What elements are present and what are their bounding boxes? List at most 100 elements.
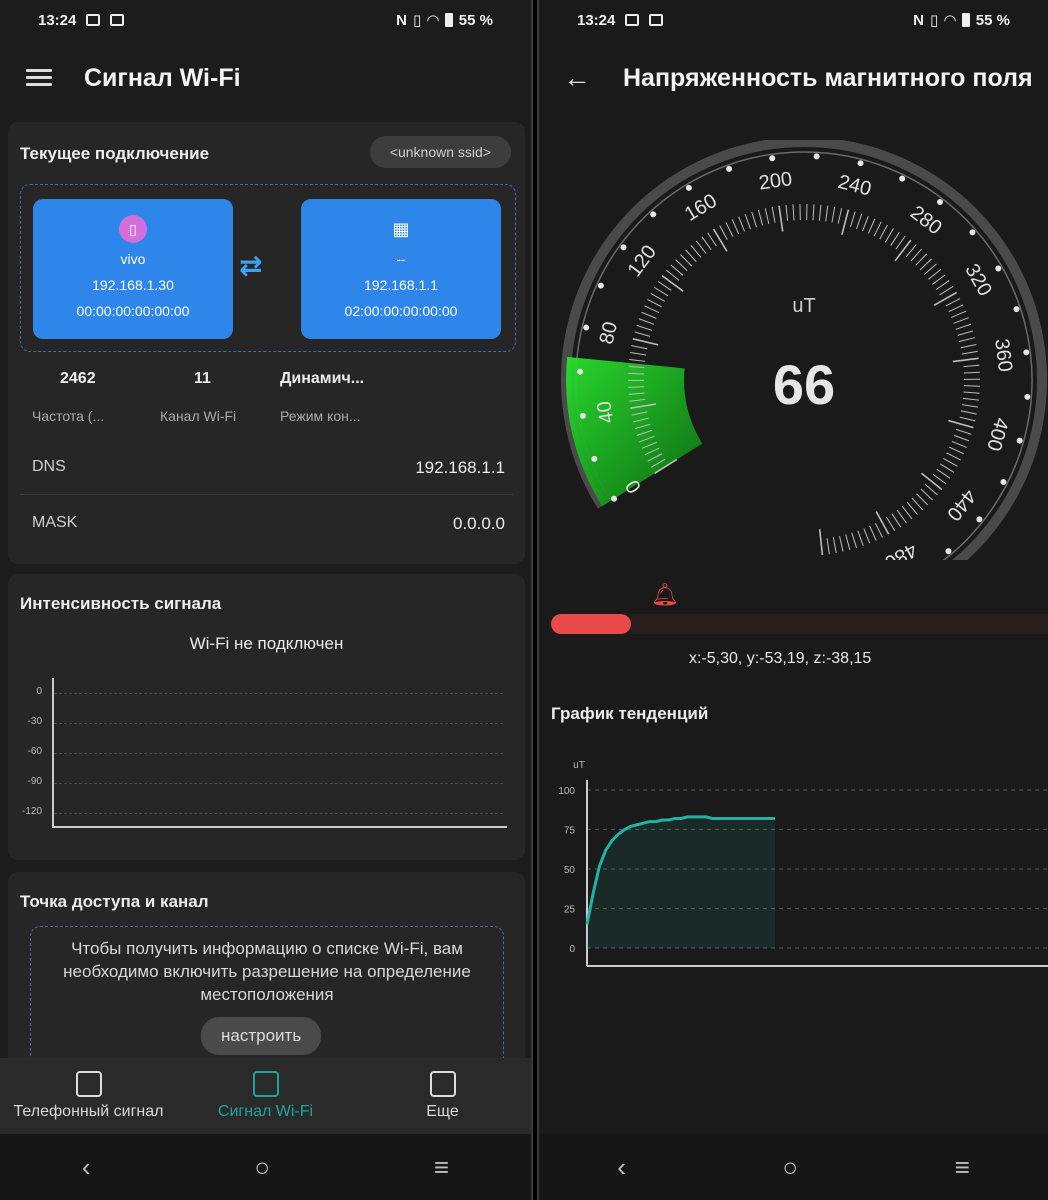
gauge-tick — [680, 254, 693, 267]
system-navigation: ‹ ○ ≡ — [0, 1134, 531, 1200]
nav-label: Сигнал Wi-Fi — [217, 1103, 314, 1120]
gauge-dot — [577, 368, 584, 375]
y-tick-label: -60 — [27, 746, 42, 757]
gauge-tick — [955, 323, 972, 330]
gauge-tick-label: 280 — [906, 202, 946, 240]
nav-more[interactable]: Еще — [354, 1058, 531, 1134]
gauge-tick — [701, 236, 712, 250]
gauge-tick — [948, 304, 964, 313]
home-icon[interactable]: ○ — [782, 1152, 798, 1183]
trend-unit: uT — [573, 760, 585, 771]
gauge-tick — [959, 337, 975, 343]
gauge-tick — [837, 207, 843, 224]
gauge-tick — [856, 213, 863, 230]
back-icon[interactable]: ‹ — [617, 1152, 626, 1183]
nav-phone-signal[interactable]: Телефонный сигнал — [0, 1058, 177, 1134]
gauge-tick — [894, 239, 912, 262]
screen-record-icon — [649, 14, 664, 26]
configure-button[interactable]: настроить — [201, 1017, 322, 1055]
trend-y-tick-label: 50 — [564, 865, 576, 876]
gauge-tick — [890, 231, 900, 246]
gauge-dot — [1013, 306, 1020, 313]
gauge-tick — [666, 269, 680, 281]
gauge-tick — [928, 268, 942, 280]
wifi-screen: 13:24 N ▯ ◠ 55 % Сигнал Wi-Fi Текущее по… — [0, 0, 533, 1200]
gauge-tick — [850, 211, 856, 228]
system-navigation: ‹ ○ ≡ — [539, 1134, 1048, 1200]
gauge-tick-label: 240 — [836, 171, 874, 201]
menu-icon[interactable] — [26, 69, 52, 87]
gauge-tick-label: 120 — [624, 241, 661, 281]
router-device-card: ▦ -- 192.168.1.1 02:00:00:00:00:00 — [301, 199, 501, 339]
gauge-tick — [920, 488, 934, 501]
nav-wifi-signal[interactable]: Сигнал Wi-Fi — [177, 1058, 354, 1134]
gauge-tick — [953, 317, 969, 324]
gauge-tick — [631, 345, 648, 350]
gauge-dot — [726, 165, 733, 172]
gauge-tick — [832, 537, 837, 554]
router-name: -- — [396, 251, 406, 267]
level-bar-track — [631, 614, 1048, 634]
gauge-dot — [945, 548, 952, 555]
gauge-tick — [629, 358, 646, 362]
gauge-tick — [863, 528, 871, 544]
home-icon[interactable]: ○ — [254, 1152, 270, 1183]
vibrate-icon: ▯ — [412, 12, 422, 29]
device-mac: 00:00:00:00:00:00 — [76, 303, 190, 319]
channel-label: Канал Wi-Fi — [160, 408, 237, 424]
gauge-tick — [960, 344, 977, 349]
gauge-tick — [675, 259, 688, 271]
permission-message: Чтобы получить информацию о списке Wi-Fi… — [63, 939, 471, 1004]
gauge-tick-label: 80 — [596, 320, 623, 347]
gridline — [54, 813, 503, 814]
gauge-tick-label: 320 — [960, 260, 996, 300]
gauge-tick — [946, 452, 961, 461]
gauge-tick — [851, 532, 858, 549]
level-bar-fill[interactable] — [551, 614, 631, 634]
app-bar: ← Напряженность магнитного поля — [539, 40, 1048, 116]
gauge-dot — [969, 229, 976, 236]
gauge-tick — [825, 205, 829, 222]
bottom-navigation: Телефонный сигнал Сигнал Wi-Fi Еще — [0, 1058, 531, 1134]
gauge-tick-label: 200 — [757, 168, 793, 195]
gauge-dot — [813, 153, 820, 160]
gauge-tick — [695, 240, 707, 254]
notification-icon — [625, 14, 640, 26]
gauge-dot — [899, 175, 906, 182]
mode-value: Динамич... — [280, 370, 365, 387]
gauge-tick — [657, 281, 672, 291]
battery-icon — [961, 13, 970, 27]
more-apps-icon — [429, 1071, 456, 1097]
gauge-tick — [690, 244, 702, 258]
xyz-readout: x:-5,30, y:-53,19, z:-38,15 — [689, 650, 872, 667]
gauge-tick — [839, 535, 844, 552]
signal-chart: 0 -30 -60 -90 -120 — [8, 674, 527, 834]
gauge-dot — [1024, 393, 1031, 400]
gauge-tick — [960, 410, 977, 415]
gauge-tick — [826, 538, 830, 555]
router-mac: 02:00:00:00:00:00 — [344, 303, 458, 319]
gauge-tick — [785, 204, 789, 221]
gauge-tick — [916, 493, 929, 506]
gauge-dot — [857, 160, 864, 167]
y-tick-label: -90 — [27, 776, 42, 787]
recents-icon[interactable]: ≡ — [434, 1152, 449, 1183]
ssid-badge[interactable]: <unknown ssid> — [369, 136, 511, 168]
access-point-title: Точка доступа и канал — [20, 892, 209, 911]
gauge-dot — [995, 265, 1002, 272]
gauge-tick — [936, 468, 951, 479]
trend-chart: uT 100 75 50 25 0 — [558, 760, 1048, 967]
gauge-dot — [937, 199, 944, 206]
gauge-tick — [818, 204, 822, 221]
gauge-tick — [905, 244, 917, 258]
gauge-tick — [901, 505, 913, 520]
wifi-status-icon: ◠ — [944, 12, 956, 29]
router-ip: 192.168.1.1 — [364, 277, 438, 293]
alarm-bell-icon[interactable]: 🔔︎ — [651, 582, 679, 608]
battery-icon — [444, 13, 453, 27]
recents-icon[interactable]: ≡ — [955, 1152, 970, 1183]
back-icon[interactable]: ‹ — [82, 1152, 91, 1183]
back-arrow-icon[interactable]: ← — [563, 62, 591, 94]
gauge-dot — [650, 211, 657, 218]
frequency-value: 2462 — [60, 370, 96, 387]
